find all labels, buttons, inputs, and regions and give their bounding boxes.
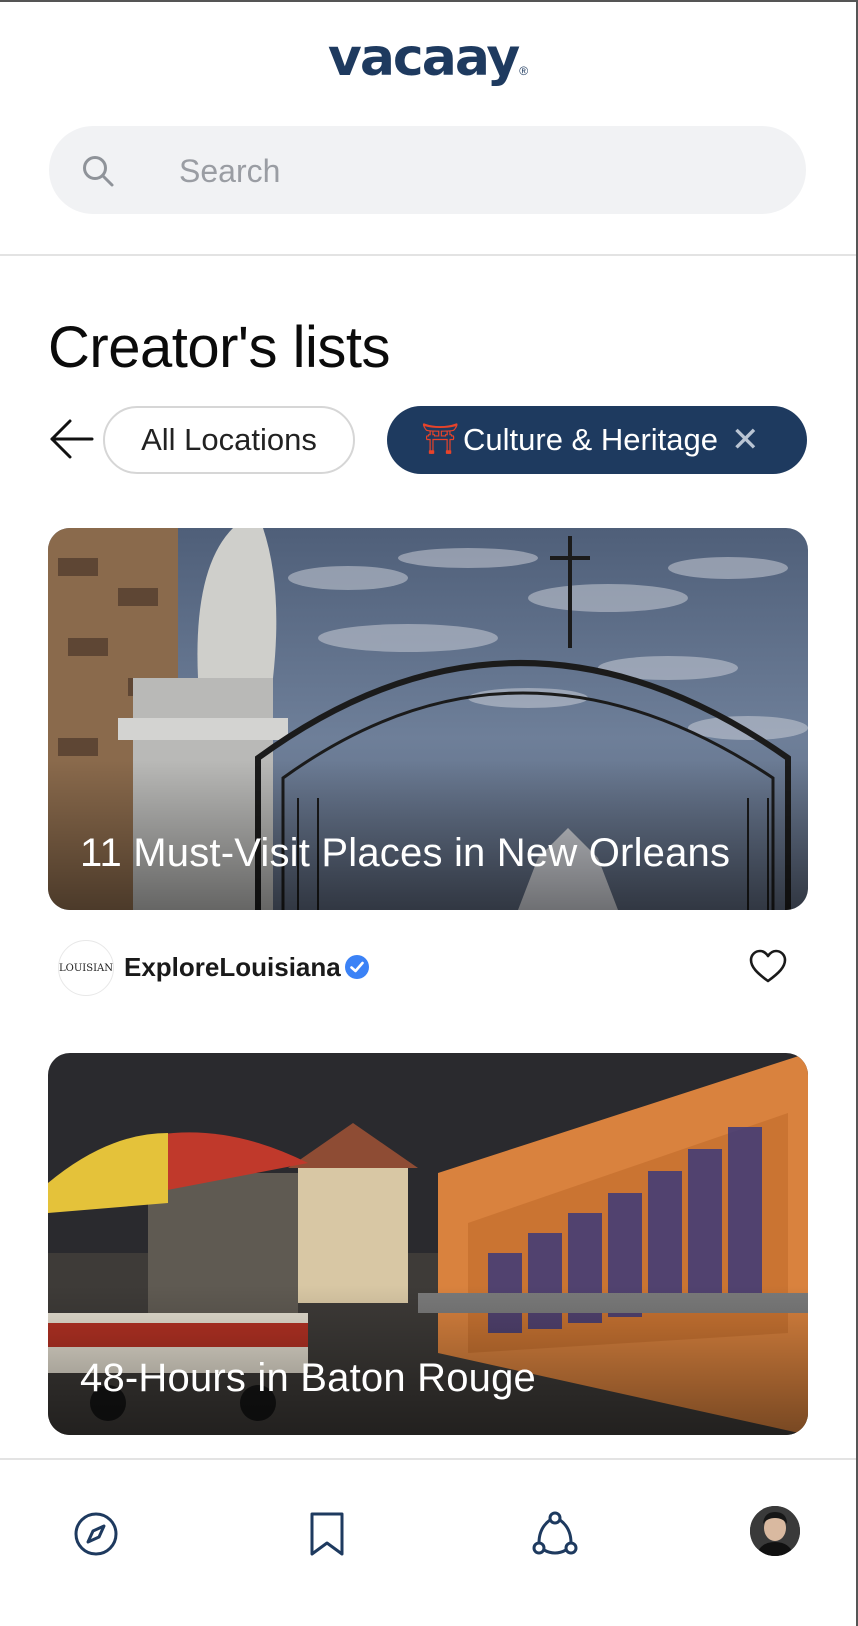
- search-icon: [83, 156, 114, 187]
- logo-registered-mark: ®: [519, 64, 529, 78]
- app-logo[interactable]: vacaay®: [0, 28, 856, 88]
- list-title: 11 Must-Visit Places in New Orleans: [80, 831, 731, 875]
- close-icon[interactable]: ✕: [731, 406, 760, 474]
- category-filter-chip[interactable]: ⛩ Culture & Heritage ✕: [387, 406, 807, 474]
- list-title: 48-Hours in Baton Rouge: [80, 1356, 536, 1400]
- search-input[interactable]: Search: [179, 153, 280, 190]
- location-filter-chip[interactable]: All Locations: [103, 406, 355, 474]
- community-share-icon[interactable]: [531, 1510, 579, 1558]
- creator-avatar[interactable]: LOUISIANA: [58, 940, 114, 996]
- verified-badge-icon: [345, 955, 369, 979]
- category-filter-label: Culture & Heritage: [463, 422, 719, 457]
- search-bar[interactable]: Search: [49, 126, 806, 214]
- back-arrow-icon[interactable]: [48, 415, 96, 463]
- logo-text: vacaay: [327, 28, 520, 88]
- user-avatar-image: [750, 1506, 800, 1556]
- list-card[interactable]: 48-Hours in Baton Rouge: [48, 1053, 808, 1435]
- torii-gate-icon: ⛩: [421, 423, 460, 456]
- profile-avatar[interactable]: [750, 1506, 800, 1556]
- header: vacaay® Search: [0, 0, 856, 256]
- creator-name[interactable]: ExploreLouisiana: [124, 952, 341, 983]
- explore-compass-icon[interactable]: [72, 1510, 120, 1558]
- list-card[interactable]: 11 Must-Visit Places in New Orleans: [48, 528, 808, 910]
- bottom-navigation: [0, 1458, 856, 1626]
- page-title: Creator's lists: [48, 315, 390, 380]
- bookmark-icon[interactable]: [303, 1510, 351, 1558]
- heart-icon[interactable]: [748, 947, 788, 987]
- creator-row: LOUISIANA ExploreLouisiana: [48, 940, 808, 996]
